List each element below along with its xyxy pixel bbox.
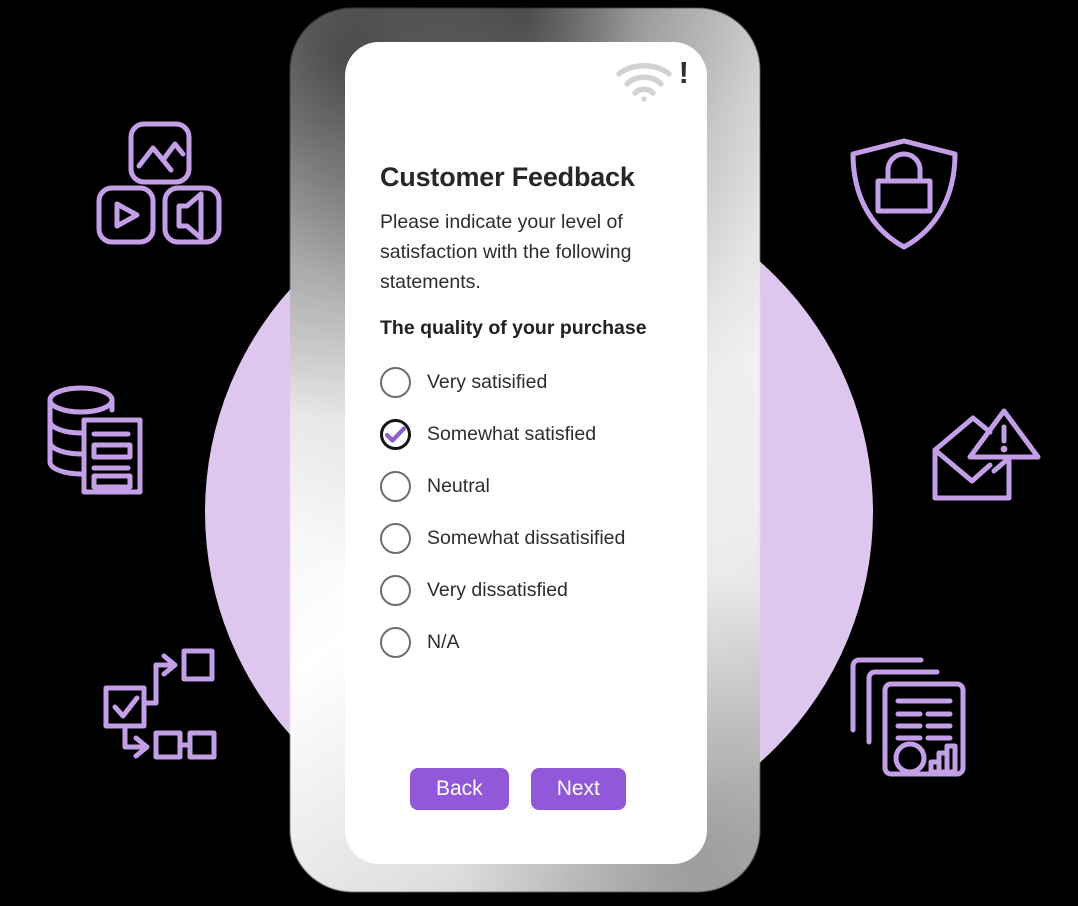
report-stack-icon (845, 652, 969, 783)
radio-button[interactable] (380, 626, 411, 658)
no-signal-indicator: ! (678, 55, 689, 90)
back-button[interactable]: Back (410, 768, 509, 810)
check-icon (383, 422, 408, 447)
radio-option-3[interactable]: Neutral (380, 460, 683, 512)
page-title: Customer Feedback (380, 162, 635, 192)
radio-option-1[interactable]: Very satisified (380, 356, 683, 408)
radio-button[interactable] (380, 366, 411, 398)
illustration-canvas: ! Customer Feedback Please indicate your… (0, 0, 1078, 906)
radio-button[interactable] (380, 574, 411, 606)
radio-button[interactable] (380, 470, 411, 502)
radio-option-label: Neutral (427, 474, 490, 497)
radio-option-label: Very dissatisfied (427, 578, 568, 601)
radio-button[interactable] (380, 522, 411, 554)
navigation-buttons: Back Next (410, 768, 626, 810)
question-label: The quality of your purchase (380, 317, 647, 339)
radio-option-label: Somewhat dissatisified (427, 526, 626, 549)
radio-option-2[interactable]: Somewhat satisfied (380, 408, 683, 460)
radio-option-label: Very satisified (427, 370, 548, 393)
workflow-checkbox-icon (96, 645, 224, 772)
radio-button[interactable] (380, 418, 411, 450)
shield-lock-icon (845, 135, 963, 258)
radio-option-label: N/A (427, 630, 460, 653)
radio-option-4[interactable]: Somewhat dissatisified (380, 512, 683, 564)
mail-warning-icon (930, 405, 1042, 510)
wifi-icon (615, 63, 672, 102)
survey-content: Customer Feedback Please indicate your l… (380, 162, 683, 668)
radio-option-label: Somewhat satisfied (427, 422, 597, 445)
phone-screen: ! Customer Feedback Please indicate your… (345, 42, 707, 864)
intro-text: Please indicate your level of satisfacti… (380, 211, 632, 293)
radio-option-5[interactable]: Very dissatisfied (380, 564, 683, 616)
next-button[interactable]: Next (530, 768, 626, 810)
status-bar: ! (615, 55, 689, 102)
database-document-icon (40, 378, 168, 511)
media-blocks-icon (95, 118, 225, 253)
options-list: Very satisified Somewhat satisfied Neutr… (380, 356, 683, 668)
radio-option-6[interactable]: N/A (380, 616, 683, 668)
